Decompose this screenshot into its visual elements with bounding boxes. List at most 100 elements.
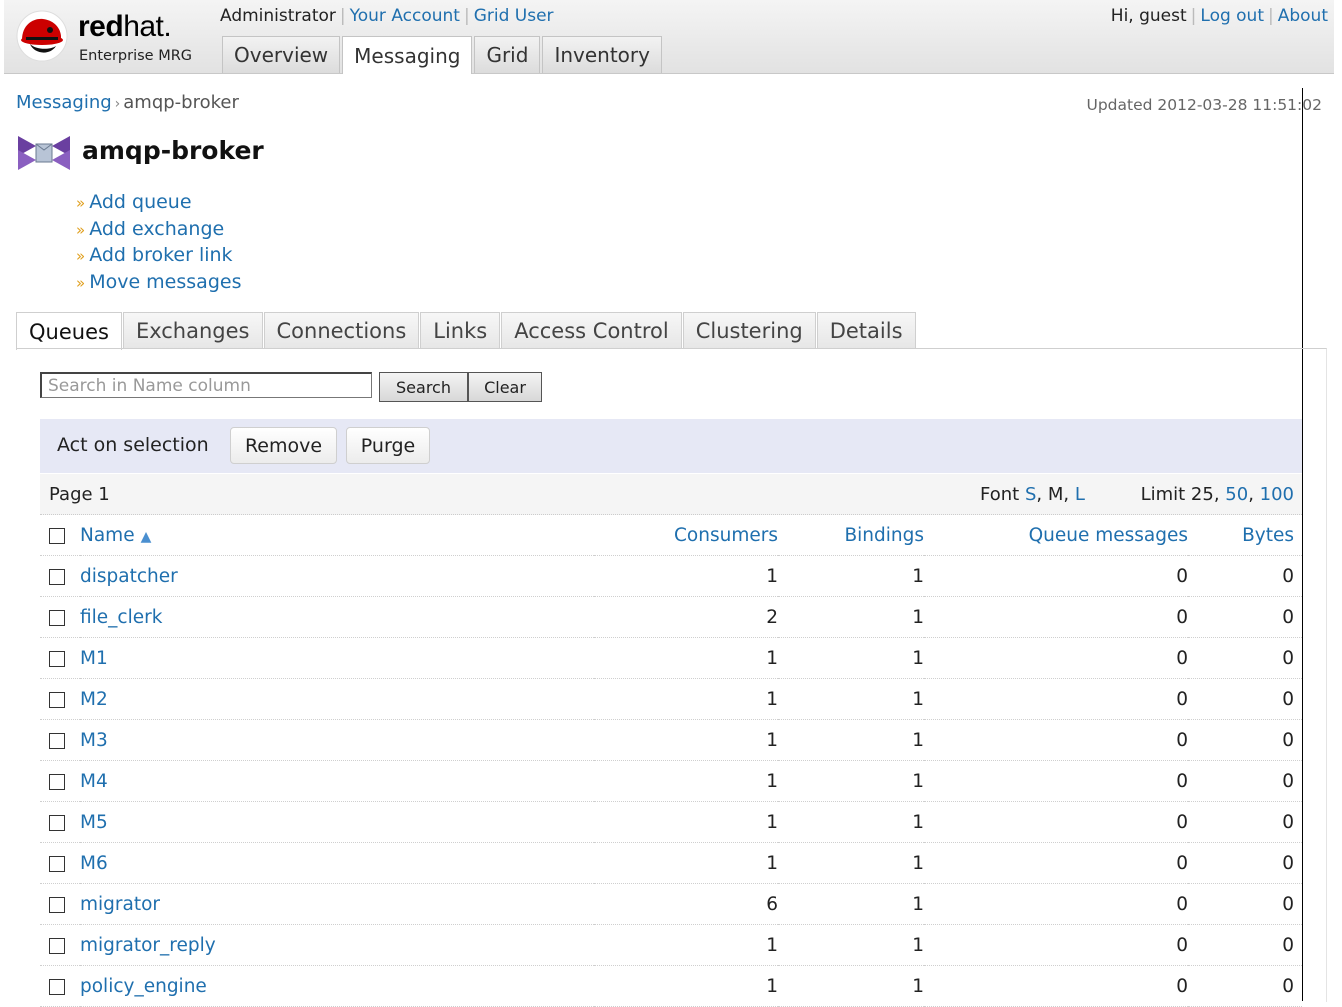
consumers-column-header[interactable]: Consumers — [594, 515, 778, 556]
queue-messages-column-header[interactable]: Queue messages — [924, 515, 1188, 556]
font-small-link[interactable]: S — [1025, 484, 1036, 505]
add-broker-link-link[interactable]: Add broker link — [89, 244, 232, 266]
queue-name-link[interactable]: M5 — [80, 812, 108, 833]
add-queue-link[interactable]: Add queue — [89, 191, 191, 213]
consumers-cell: 2 — [594, 596, 778, 638]
add-exchange-action: » Add exchange — [76, 217, 241, 244]
table-header-row: Name ▲ Consumers Bindings Queue messages … — [40, 515, 1302, 556]
row-checkbox[interactable] — [49, 978, 65, 995]
main-nav: Overview Messaging Grid Inventory — [222, 36, 664, 74]
queue-messages-cell: 0 — [924, 883, 1188, 925]
raquo-icon: » — [76, 220, 86, 239]
paging-row: Page 1 Font S, M, L Limit 25, 50, 100 — [40, 474, 1302, 515]
queue-messages-cell: 0 — [924, 801, 1188, 843]
tab-connections[interactable]: Connections — [263, 312, 420, 349]
add-broker-link-action: » Add broker link — [76, 243, 241, 270]
bytes-cell: 0 — [1188, 965, 1302, 1007]
consumers-cell: 1 — [594, 801, 778, 843]
queue-name-link[interactable]: policy_engine — [80, 976, 207, 997]
queue-name-link[interactable]: M4 — [80, 771, 108, 792]
raquo-icon: » — [76, 247, 86, 265]
raquo-icon: » — [76, 273, 86, 292]
name-column-header[interactable]: Name ▲ — [80, 515, 594, 556]
nav-tab-inventory[interactable]: Inventory — [542, 36, 662, 73]
queue-name-link[interactable]: migrator — [80, 894, 160, 915]
table-row: migrator_reply 1 1 0 0 — [40, 924, 1302, 966]
font-large-link[interactable]: L — [1075, 484, 1085, 505]
queue-messages-cell: 0 — [924, 760, 1188, 802]
action-links: » Add queue » Add exchange » Add broker lin… — [76, 190, 241, 296]
nav-tab-overview[interactable]: Overview — [222, 36, 341, 73]
bindings-column-header[interactable]: Bindings — [778, 515, 924, 556]
row-checkbox[interactable] — [49, 691, 65, 708]
purge-button[interactable]: Purge — [346, 427, 430, 464]
limit-100-link[interactable]: 100 — [1260, 484, 1294, 505]
row-checkbox[interactable] — [49, 568, 65, 585]
row-checkbox[interactable] — [49, 773, 65, 790]
redhat-shadowman-icon — [16, 10, 68, 62]
bindings-cell: 1 — [778, 924, 924, 966]
row-checkbox[interactable] — [49, 650, 65, 667]
search-button[interactable]: Search — [379, 372, 468, 402]
selection-action-bar: Act on selection Remove Purge — [40, 419, 1302, 473]
queue-messages-cell: 0 — [924, 924, 1188, 966]
logout-link[interactable]: Log out — [1200, 6, 1264, 26]
limit-25-current: 25 — [1190, 484, 1214, 505]
breadcrumb-messaging-link[interactable]: Messaging — [16, 92, 112, 113]
nav-tab-grid[interactable]: Grid — [474, 36, 541, 73]
font-medium-current: M — [1047, 484, 1064, 505]
brand-wordmark: redhat. — [78, 10, 172, 43]
queue-name-link[interactable]: dispatcher — [80, 566, 178, 587]
tab-links[interactable]: Links — [420, 312, 501, 349]
role-label: Administrator — [220, 6, 336, 26]
tab-queues[interactable]: Queues — [16, 312, 122, 350]
your-account-link[interactable]: Your Account — [350, 6, 460, 26]
queue-name-link[interactable]: migrator_reply — [80, 935, 216, 956]
move-messages-link[interactable]: Move messages — [89, 271, 241, 293]
add-queue-action: » Add queue — [76, 190, 241, 217]
select-all-checkbox[interactable] — [49, 527, 65, 544]
bindings-cell: 1 — [778, 842, 924, 884]
queue-name-link[interactable]: M6 — [80, 853, 108, 874]
row-checkbox[interactable] — [49, 937, 65, 954]
raquo-icon: » — [76, 194, 86, 212]
sort-ascending-icon: ▲ — [140, 528, 152, 545]
tab-exchanges[interactable]: Exchanges — [122, 312, 263, 349]
queue-name-link[interactable]: M1 — [80, 648, 108, 669]
tab-details[interactable]: Details — [816, 312, 916, 349]
queue-name-link[interactable]: M2 — [80, 689, 108, 710]
table-row: M5 1 1 0 0 — [40, 801, 1302, 843]
redhat-logo[interactable]: redhat. Enterprise MRG — [16, 8, 216, 64]
bindings-cell: 1 — [778, 596, 924, 638]
bytes-column-header[interactable]: Bytes — [1188, 515, 1302, 556]
queue-messages-cell: 0 — [924, 637, 1188, 679]
grid-user-link[interactable]: Grid User — [474, 6, 554, 26]
queue-name-link[interactable]: M3 — [80, 730, 108, 751]
breadcrumb-separator: › — [114, 96, 121, 112]
row-checkbox[interactable] — [49, 732, 65, 749]
user-links: Administrator | Your Account | Grid User — [220, 6, 554, 26]
row-checkbox[interactable] — [49, 855, 65, 872]
act-on-selection-label: Act on selection — [57, 434, 209, 456]
name-header-label: Name — [80, 524, 135, 546]
limit-label: Limit — [1140, 484, 1186, 505]
search-input[interactable]: Search in Name column — [40, 372, 372, 398]
nav-tab-messaging[interactable]: Messaging — [342, 36, 473, 74]
move-messages-action: » Move messages — [76, 270, 241, 297]
consumers-cell: 1 — [594, 637, 778, 679]
table-row: M6 1 1 0 0 — [40, 842, 1302, 884]
row-checkbox[interactable] — [49, 896, 65, 913]
tab-clustering[interactable]: Clustering — [682, 312, 816, 349]
clear-button[interactable]: Clear — [468, 372, 542, 402]
queue-name-link[interactable]: file_clerk — [80, 607, 162, 628]
row-checkbox[interactable] — [49, 609, 65, 626]
about-link[interactable]: About — [1278, 6, 1328, 26]
tab-access-control[interactable]: Access Control — [501, 312, 682, 349]
limit-50-link[interactable]: 50 — [1225, 484, 1248, 505]
bytes-cell: 0 — [1188, 596, 1302, 638]
remove-button[interactable]: Remove — [230, 427, 337, 464]
font-label: Font — [980, 484, 1020, 505]
add-exchange-link[interactable]: Add exchange — [89, 218, 224, 240]
row-checkbox[interactable] — [49, 814, 65, 831]
consumers-cell: 1 — [594, 555, 778, 597]
